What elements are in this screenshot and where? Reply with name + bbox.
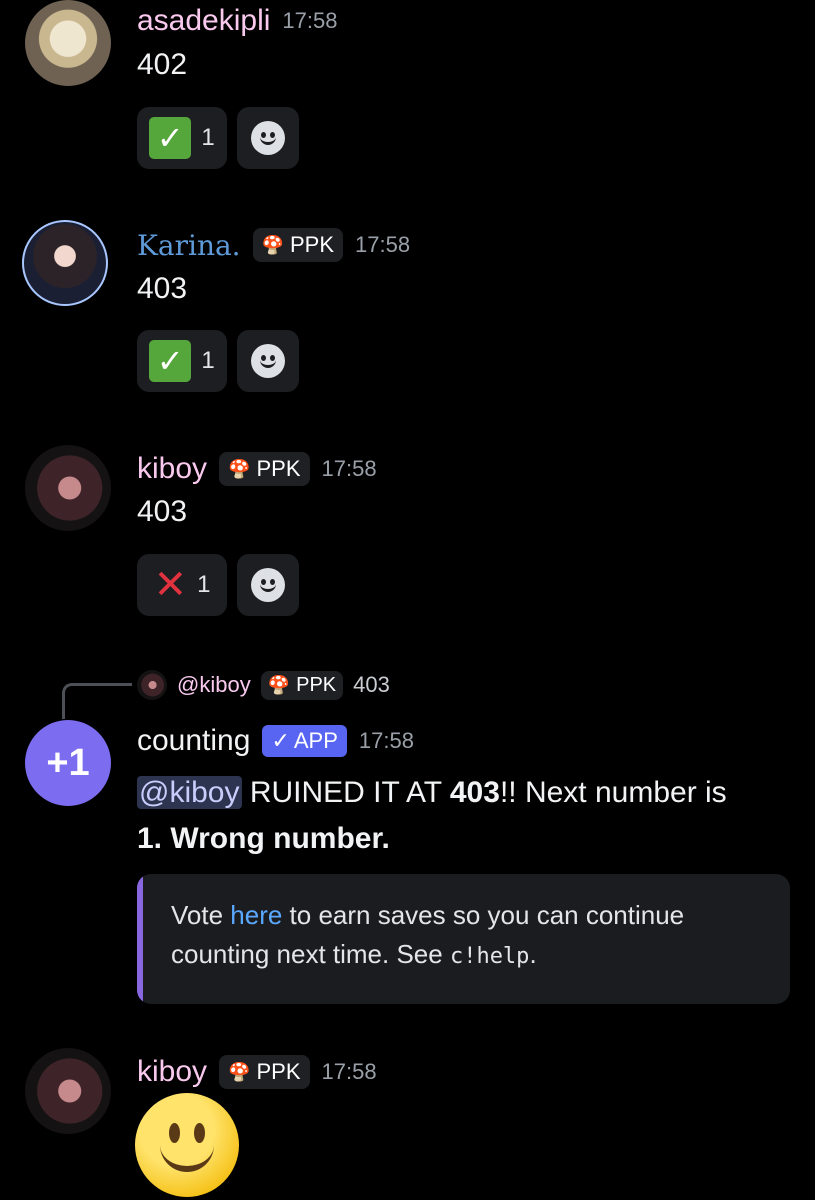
timestamp: 17:58 bbox=[355, 232, 411, 257]
message-text: @kiboy RUINED IT AT 403!! Next number is… bbox=[137, 770, 727, 862]
message-text: 403 bbox=[137, 272, 188, 305]
check-mark-icon: ✓ bbox=[149, 117, 192, 159]
username[interactable]: Karina. bbox=[137, 229, 241, 262]
embed-text-part: to earn saves so you can continue bbox=[282, 900, 685, 930]
message-header: kiboy 🍄 PPK 17:58 bbox=[137, 1055, 377, 1089]
embed-accent-bar bbox=[137, 874, 143, 1004]
message-text-part: RUINED IT AT bbox=[241, 776, 450, 809]
cross-mark-icon: ✕ bbox=[153, 563, 188, 607]
message-text-bold-line: 1. Wrong number. bbox=[137, 822, 390, 855]
reply-avatar bbox=[137, 670, 167, 700]
avatar[interactable] bbox=[25, 445, 111, 531]
embed-text-part: counting next time. See bbox=[171, 939, 450, 969]
message-text: 402 bbox=[137, 48, 188, 81]
timestamp: 17:58 bbox=[282, 8, 338, 33]
add-reaction-icon bbox=[251, 121, 285, 155]
reaction-check[interactable]: ✓ 1 bbox=[137, 330, 227, 392]
reaction-bar: ✓ 1 bbox=[137, 330, 299, 392]
mushroom-icon: 🍄 bbox=[261, 234, 284, 255]
mushroom-icon: 🍄 bbox=[228, 458, 251, 479]
avatar[interactable] bbox=[22, 220, 108, 306]
server-tag: 🍄 PPK bbox=[260, 670, 344, 700]
embed-card: Vote here to earn saves so you can conti… bbox=[137, 874, 790, 1004]
reaction-count: 1 bbox=[197, 571, 211, 598]
reply-mention[interactable]: @kiboy bbox=[177, 672, 251, 698]
vote-link[interactable]: here bbox=[230, 900, 282, 930]
avatar[interactable] bbox=[25, 0, 111, 86]
mushroom-icon: 🍄 bbox=[267, 674, 291, 695]
server-tag-label: PPK bbox=[256, 1059, 301, 1084]
server-tag-label: PPK bbox=[290, 232, 335, 257]
server-tag[interactable]: 🍄 PPK bbox=[219, 452, 310, 486]
server-tag-label: PPK bbox=[256, 456, 301, 481]
mushroom-icon: 🍄 bbox=[228, 1061, 251, 1082]
message-header: counting ✓ APP 17:58 bbox=[137, 724, 414, 758]
server-tag-label: PPK bbox=[296, 673, 337, 696]
embed-text: Vote here to earn saves so you can conti… bbox=[171, 896, 684, 976]
app-badge: ✓ APP bbox=[262, 725, 347, 757]
bot-avatar-label: +1 bbox=[46, 741, 90, 784]
add-reaction-button[interactable] bbox=[237, 107, 299, 169]
avatar[interactable] bbox=[25, 1048, 111, 1134]
message-text-bold: 403 bbox=[449, 776, 500, 809]
add-reaction-button[interactable] bbox=[237, 554, 299, 616]
username[interactable]: asadekipli bbox=[137, 4, 270, 38]
reaction-check[interactable]: ✓ 1 bbox=[137, 107, 227, 169]
check-mark-icon: ✓ bbox=[149, 340, 192, 382]
embed-text-part: . bbox=[529, 939, 537, 969]
app-badge-label: APP bbox=[293, 728, 338, 753]
embed-text-part: Vote bbox=[171, 900, 231, 930]
timestamp: 17:58 bbox=[358, 728, 414, 753]
reaction-count: 1 bbox=[201, 124, 215, 151]
add-reaction-button[interactable] bbox=[237, 330, 299, 392]
reaction-bar: ✕ 1 bbox=[137, 554, 299, 616]
message-header: asadekipli 17:58 bbox=[137, 4, 337, 38]
message-text-part: !! Next number is bbox=[499, 776, 727, 809]
timestamp: 17:58 bbox=[321, 456, 377, 481]
message-header: kiboy 🍄 PPK 17:58 bbox=[137, 452, 377, 486]
timestamp: 17:58 bbox=[321, 1059, 377, 1084]
reaction-count: 1 bbox=[201, 347, 215, 374]
add-reaction-icon bbox=[251, 344, 285, 378]
slightly-smiling-face-icon bbox=[135, 1093, 239, 1197]
reply-text: 403 bbox=[353, 672, 390, 697]
server-tag[interactable]: 🍄 PPK bbox=[219, 1055, 310, 1089]
reaction-bar: ✓ 1 bbox=[137, 107, 299, 169]
message-text: 403 bbox=[137, 495, 188, 528]
reply-connector bbox=[62, 683, 132, 719]
user-mention[interactable]: @kiboy bbox=[137, 776, 242, 809]
help-command: c!help bbox=[449, 944, 530, 969]
message-header: Karina. 🍄 PPK 17:58 bbox=[137, 228, 410, 262]
add-reaction-icon bbox=[251, 568, 285, 602]
server-tag[interactable]: 🍄 PPK bbox=[252, 228, 344, 262]
bot-avatar[interactable]: +1 bbox=[25, 720, 111, 806]
username[interactable]: counting bbox=[137, 724, 250, 758]
username[interactable]: kiboy bbox=[137, 1055, 207, 1089]
verified-check-icon: ✓ bbox=[271, 728, 290, 753]
reply-reference[interactable]: @kiboy 🍄 PPK 403 bbox=[137, 670, 390, 700]
reaction-cross[interactable]: ✕ 1 bbox=[137, 554, 227, 616]
username[interactable]: kiboy bbox=[137, 452, 207, 486]
